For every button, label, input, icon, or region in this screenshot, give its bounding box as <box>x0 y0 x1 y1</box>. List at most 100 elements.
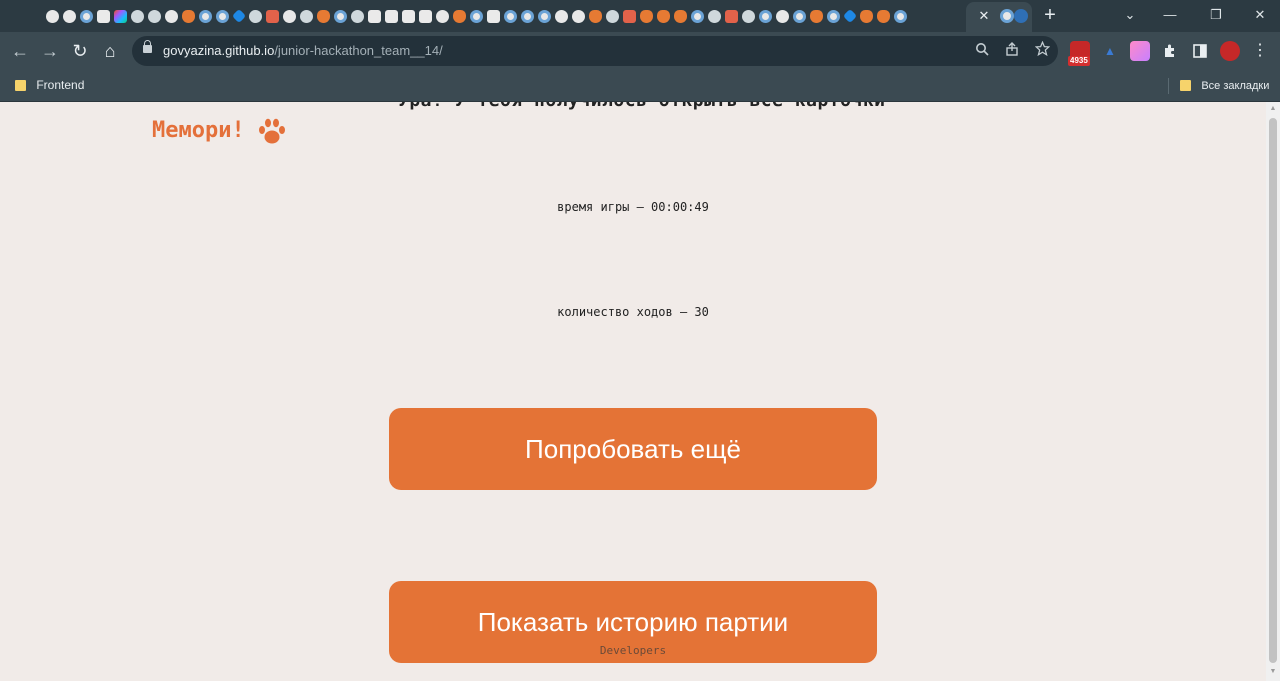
home-button[interactable]: ⌂ <box>99 40 121 62</box>
move-count: количество ходов – 30 <box>557 305 709 319</box>
result-heading: Ура! У тебя получилось открыть все карто… <box>398 102 886 111</box>
tab-favicon-github-icon[interactable] <box>165 10 178 23</box>
tab-favicon-generic-icon[interactable] <box>351 10 364 23</box>
tab-favicon-m-icon[interactable] <box>487 10 500 23</box>
tab-favicon-circle-icon[interactable] <box>793 10 806 23</box>
search-icon[interactable] <box>972 41 992 61</box>
url-path: /junior-hackathon_team__14/ <box>274 43 443 58</box>
close-window-button[interactable]: ✕ <box>1250 5 1270 25</box>
bookmark-label: Frontend <box>36 78 85 92</box>
tab-favicon-figma-icon[interactable] <box>114 10 127 23</box>
tab-favicon-stripe-icon[interactable] <box>623 10 636 23</box>
tab-favicon-paw-icon[interactable] <box>589 10 602 23</box>
tab-favicon-github-icon[interactable] <box>572 10 585 23</box>
tab-favicon-m-icon[interactable] <box>97 10 110 23</box>
tab-favicon-generic-icon[interactable] <box>300 10 313 23</box>
bookmark-label: Все закладки <box>1201 80 1270 92</box>
tab-favicon-diamond-icon[interactable] <box>842 8 858 24</box>
tab-search-dropdown-icon[interactable]: ⌄ <box>1120 5 1140 25</box>
bookmarks-bar: Frontend Все закладки <box>0 70 1280 102</box>
tab-favicon-m-icon[interactable] <box>368 10 381 23</box>
tab-close-icon[interactable]: ✕ <box>976 8 992 24</box>
tab-favicon-generic-icon[interactable] <box>606 10 619 23</box>
tab-favicon-stripe-icon[interactable] <box>725 10 738 23</box>
url-host: govyazina.github.io <box>163 43 275 58</box>
page-scrollbar[interactable]: ▲ ▼ <box>1266 102 1280 681</box>
tab-favicon-circle-icon[interactable] <box>80 10 93 23</box>
tab-favicon-generic-icon[interactable] <box>148 10 161 23</box>
side-panel-icon[interactable] <box>1190 41 1210 61</box>
new-tab-button[interactable]: + <box>1040 4 1060 26</box>
tab-favicon-github-icon[interactable] <box>436 10 449 23</box>
tab-favicon-generic-icon[interactable] <box>131 10 144 23</box>
tab-favicon-github-icon[interactable] <box>283 10 296 23</box>
avatar-icon[interactable] <box>1220 41 1240 61</box>
tab-favicon-circle-icon[interactable] <box>759 10 772 23</box>
game-time: время игры – 00:00:49 <box>557 200 709 214</box>
star-icon[interactable] <box>1032 40 1052 61</box>
tab-favicon-generic-icon[interactable] <box>742 10 755 23</box>
tab-favicon-paw-icon[interactable] <box>810 10 823 23</box>
address-bar[interactable]: govyazina.github.io/junior-hackathon_tea… <box>132 36 1058 66</box>
developers-link[interactable]: Developers <box>0 644 1266 657</box>
active-tab[interactable]: ✕ <box>966 2 1032 32</box>
tab-favicon-m-icon[interactable] <box>402 10 415 23</box>
tab-favicon-github-icon[interactable] <box>46 10 59 23</box>
logo[interactable]: Мемори! <box>152 118 245 143</box>
tab-favicon-m-icon[interactable] <box>385 10 398 23</box>
url-text[interactable]: govyazina.github.io/junior-hackathon_tea… <box>163 43 443 58</box>
reload-button[interactable]: ↻ <box>69 40 91 62</box>
lock-icon[interactable] <box>143 40 152 53</box>
extension-badge: 4935 <box>1068 56 1090 66</box>
bookmarks-divider <box>1168 78 1169 94</box>
tab-favicon-circle-icon[interactable] <box>216 10 229 23</box>
tab-favicon-github-icon[interactable] <box>63 10 76 23</box>
tab-favicon-generic-icon[interactable] <box>249 10 262 23</box>
forward-button[interactable]: → <box>39 40 61 62</box>
tab-favicon-blue-icon <box>1014 9 1028 23</box>
tab-favicon-github-icon[interactable] <box>776 10 789 23</box>
scrollbar-thumb[interactable] <box>1269 118 1277 663</box>
tab-favicon-circle-icon[interactable] <box>521 10 534 23</box>
tab-favicon-github-icon[interactable] <box>555 10 568 23</box>
tab-favicon-circle-icon <box>1000 9 1014 23</box>
tab-favicon-circle-icon[interactable] <box>691 10 704 23</box>
all-bookmarks[interactable]: Все закладки <box>1180 78 1269 92</box>
puzzle-icon[interactable] <box>1160 41 1180 61</box>
bookmark-folder-frontend[interactable]: Frontend <box>15 78 84 92</box>
folder-icon <box>1180 80 1191 92</box>
restore-button[interactable]: ❐ <box>1206 5 1226 25</box>
tab-favicon-circle-icon[interactable] <box>538 10 551 23</box>
back-button[interactable]: ← <box>9 40 31 62</box>
extension-gradient-icon[interactable] <box>1130 41 1150 61</box>
browser-tab-bar: ✕ + ⌄ — ❐ ✕ <box>0 0 1280 32</box>
tab-favicon-circle-icon[interactable] <box>827 10 840 23</box>
paw-icon <box>259 118 285 144</box>
retry-button[interactable]: Попробовать ещё <box>389 408 877 490</box>
tab-favicon-paw-icon[interactable] <box>860 10 873 23</box>
tab-favicon-paw-icon[interactable] <box>182 10 195 23</box>
tab-favicon-circle-icon[interactable] <box>504 10 517 23</box>
tab-favicon-paw-icon[interactable] <box>317 10 330 23</box>
share-icon[interactable] <box>1002 41 1022 61</box>
tab-favicon-paw-icon[interactable] <box>640 10 653 23</box>
tab-favicon-paw-icon[interactable] <box>453 10 466 23</box>
scroll-down-icon[interactable]: ▼ <box>1269 668 1277 676</box>
tab-favicon-generic-icon[interactable] <box>708 10 721 23</box>
minimize-button[interactable]: — <box>1160 5 1180 25</box>
folder-icon <box>15 80 26 92</box>
tab-favicon-paw-icon[interactable] <box>657 10 670 23</box>
tab-favicon-circle-icon[interactable] <box>334 10 347 23</box>
tab-favicon-m-icon[interactable] <box>419 10 432 23</box>
scroll-up-icon[interactable]: ▲ <box>1269 105 1277 113</box>
tab-favicon-paw-icon[interactable] <box>674 10 687 23</box>
tab-favicon-circle-icon[interactable] <box>894 10 907 23</box>
tab-favicon-paw-icon[interactable] <box>877 10 890 23</box>
tab-strip[interactable] <box>44 7 966 25</box>
tab-favicon-diamond-icon[interactable] <box>231 8 247 24</box>
tab-favicon-house-icon[interactable] <box>266 10 279 23</box>
menu-icon[interactable]: ⋮ <box>1250 41 1270 61</box>
tab-favicon-circle-icon[interactable] <box>199 10 212 23</box>
extension-triangle-icon[interactable]: ▲ <box>1100 41 1120 61</box>
tab-favicon-circle-icon[interactable] <box>470 10 483 23</box>
